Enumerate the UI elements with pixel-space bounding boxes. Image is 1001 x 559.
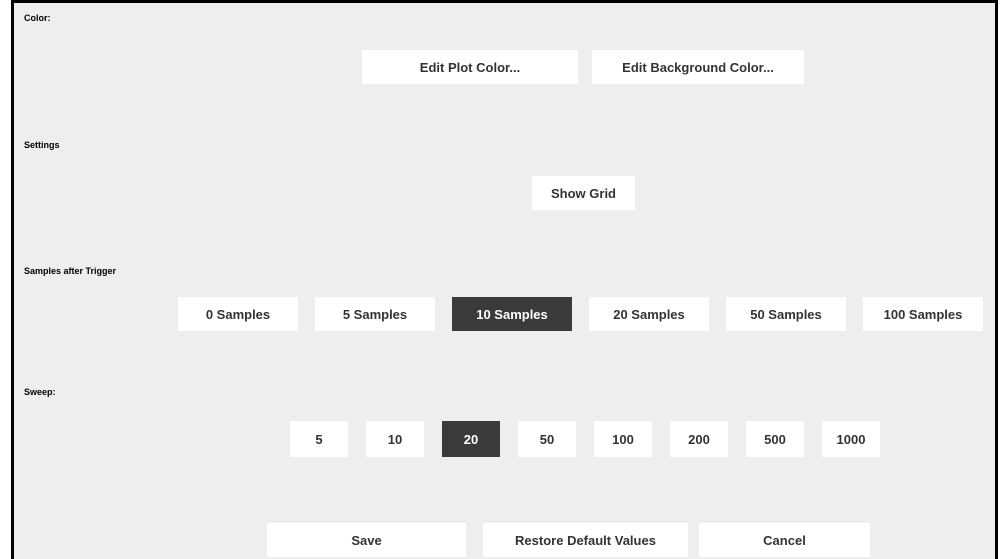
- edit-plot-color-button[interactable]: Edit Plot Color...: [362, 50, 578, 84]
- edit-background-color-button[interactable]: Edit Background Color...: [592, 50, 804, 84]
- samples-option-5-samples[interactable]: 5 Samples: [315, 297, 435, 331]
- samples-after-trigger-label: Samples after Trigger: [24, 266, 117, 276]
- samples-option-10-samples[interactable]: 10 Samples: [452, 297, 572, 331]
- samples-option-0-samples[interactable]: 0 Samples: [178, 297, 298, 331]
- samples-option-20-samples[interactable]: 20 Samples: [589, 297, 709, 331]
- settings-section-label: Settings: [24, 140, 60, 150]
- save-button[interactable]: Save: [267, 523, 466, 557]
- sweep-option-50[interactable]: 50: [518, 421, 576, 457]
- sweep-option-100[interactable]: 100: [594, 421, 652, 457]
- show-grid-button[interactable]: Show Grid: [532, 176, 635, 210]
- sweep-option-20[interactable]: 20: [442, 421, 500, 457]
- sweep-option-200[interactable]: 200: [670, 421, 728, 457]
- samples-option-50-samples[interactable]: 50 Samples: [726, 297, 846, 331]
- samples-option-100-samples[interactable]: 100 Samples: [863, 297, 983, 331]
- sweep-option-5[interactable]: 5: [290, 421, 348, 457]
- samples-after-trigger-options: 0 Samples 5 Samples 10 Samples 20 Samples 50…: [178, 297, 983, 331]
- cancel-button[interactable]: Cancel: [699, 523, 870, 557]
- restore-default-values-button[interactable]: Restore Default Values: [483, 523, 688, 557]
- color-section-label: Color:: [24, 13, 51, 23]
- sweep-options: 5 10 20 50 100 200 500 1000: [290, 421, 880, 457]
- sweep-section-label: Sweep:: [24, 387, 56, 397]
- sweep-option-1000[interactable]: 1000: [822, 421, 880, 457]
- sweep-option-500[interactable]: 500: [746, 421, 804, 457]
- sweep-option-10[interactable]: 10: [366, 421, 424, 457]
- options-panel: Color: Edit Plot Color... Edit Backgroun…: [11, 0, 998, 559]
